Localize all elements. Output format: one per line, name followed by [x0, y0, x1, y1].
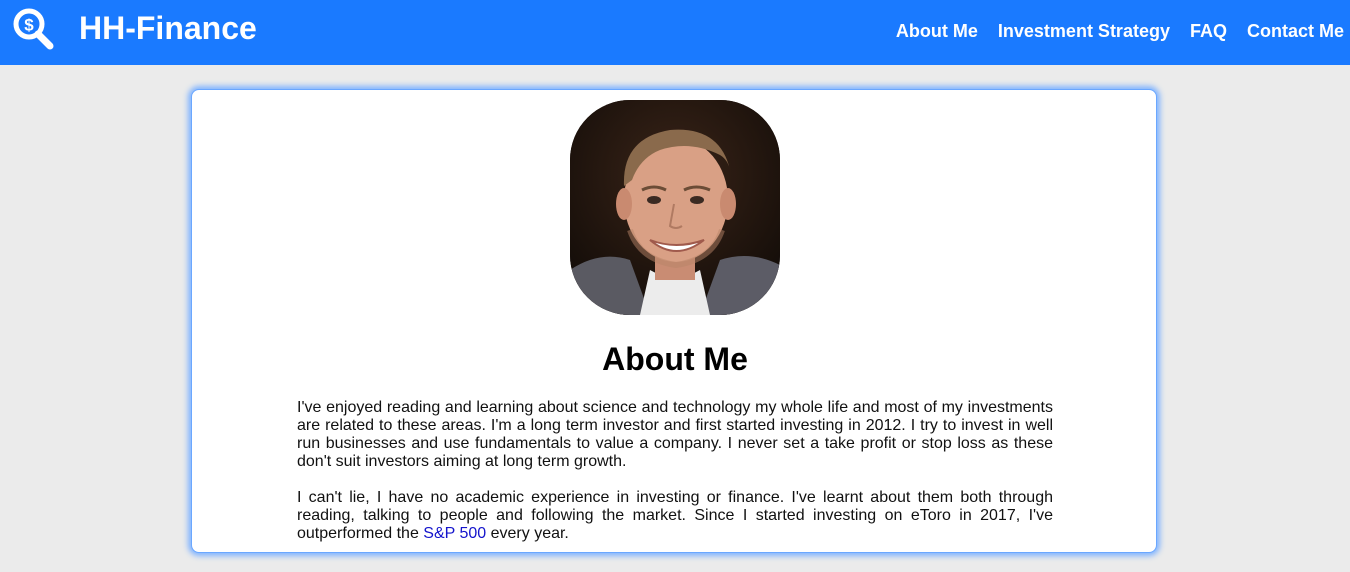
nav-link-faq[interactable]: FAQ	[1190, 19, 1227, 43]
paragraph-2-text-end: every year.	[486, 525, 569, 542]
nav-link-contact-me[interactable]: Contact Me	[1247, 19, 1344, 43]
nav-link-about-me[interactable]: About Me	[896, 19, 978, 43]
about-paragraph-1: I've enjoyed reading and learning about …	[297, 399, 1053, 470]
nav-link-investment-strategy[interactable]: Investment Strategy	[998, 19, 1170, 43]
sp500-link[interactable]: S&P 500	[423, 525, 486, 542]
nav-links: About Me Investment Strategy FAQ Contact…	[876, 19, 1344, 43]
svg-text:$: $	[24, 16, 34, 35]
top-navbar: $ HH-Finance About Me Investment Strateg…	[0, 0, 1350, 65]
about-paragraph-2: I can't lie, I have no academic experien…	[297, 489, 1053, 543]
paragraph-2-text-start: I can't lie, I have no academic experien…	[297, 489, 1053, 542]
profile-photo	[570, 100, 780, 315]
brand-title[interactable]: HH-Finance	[79, 9, 257, 47]
about-card: About Me I've enjoyed reading and learni…	[191, 89, 1157, 553]
page-title: About Me	[602, 341, 748, 377]
dollar-magnifier-icon[interactable]: $	[10, 7, 58, 55]
